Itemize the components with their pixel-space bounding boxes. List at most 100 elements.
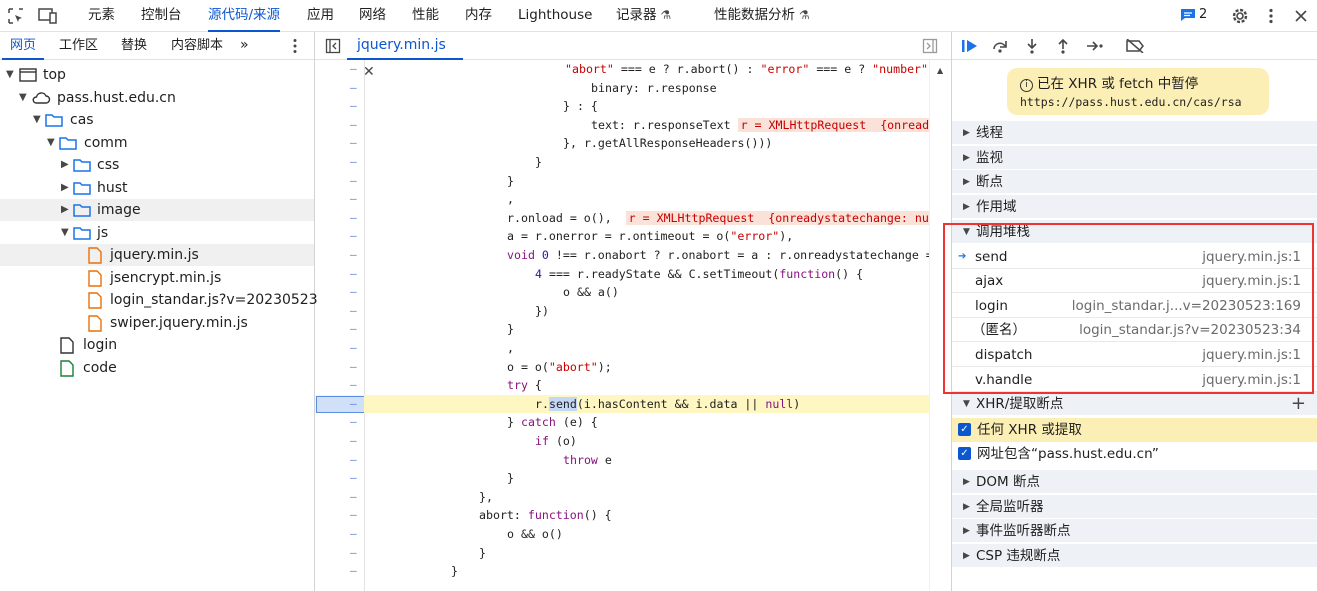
call-frame[interactable]: dispatch jquery.min.js:1 bbox=[952, 343, 1317, 367]
step-icon[interactable] bbox=[1085, 37, 1105, 55]
section-threads[interactable]: ▶ 线程 bbox=[952, 121, 1317, 145]
section-xhr-breakpoints[interactable]: ▼ XHR/提取断点 + bbox=[952, 392, 1317, 416]
frame-location[interactable]: jquery.min.js:1 bbox=[1202, 343, 1301, 367]
tab-overrides[interactable]: 替换 bbox=[121, 32, 147, 60]
toggle-debugger-icon[interactable] bbox=[922, 38, 938, 58]
section-label: XHR/提取断点 bbox=[976, 396, 1064, 412]
tab-lighthouse[interactable]: Lighthouse bbox=[518, 0, 592, 32]
expand-triangle-icon[interactable]: ▼ bbox=[61, 222, 69, 244]
tab-content-scripts[interactable]: 内容脚本 bbox=[171, 32, 223, 60]
navigator-menu-icon[interactable] bbox=[292, 32, 298, 60]
frame-location[interactable]: jquery.min.js:1 bbox=[1202, 245, 1301, 269]
call-frame[interactable]: v.handle jquery.min.js:1 bbox=[952, 368, 1317, 392]
section-breakpoints[interactable]: ▶ 断点 bbox=[952, 170, 1317, 194]
section-label: 调用堆栈 bbox=[976, 224, 1030, 240]
tab-elements[interactable]: 元素 bbox=[88, 0, 115, 32]
tab-network[interactable]: 网络 bbox=[359, 0, 386, 32]
checkbox-checked[interactable]: ✓ bbox=[958, 423, 971, 436]
frame-location[interactable]: login_standar.j...v=20230523:169 bbox=[1072, 294, 1301, 318]
devtools-main-toolbar: 元素 控制台 源代码/来源 应用 网络 性能 内存 Lighthouse 记录器… bbox=[0, 0, 1317, 32]
tree-item-code[interactable]: code bbox=[0, 357, 314, 379]
section-global-listeners[interactable]: ▶ 全局监听器 bbox=[952, 495, 1317, 519]
editor-scrollbar[interactable]: ▲ bbox=[929, 60, 951, 591]
frame-location[interactable]: jquery.min.js:1 bbox=[1202, 368, 1301, 392]
expand-triangle-icon[interactable]: ▼ bbox=[19, 87, 27, 109]
tree-item-js[interactable]: ▼ js bbox=[0, 222, 314, 244]
tree-label: pass.hust.edu.cn bbox=[57, 90, 176, 106]
toggle-navigator-icon[interactable] bbox=[325, 38, 341, 58]
tree-item-jsencrypt[interactable]: jsencrypt.min.js bbox=[0, 267, 314, 289]
tree-item-hust[interactable]: ▶ hust bbox=[0, 177, 314, 199]
step-over-icon[interactable] bbox=[990, 37, 1010, 55]
section-dom-breakpoints[interactable]: ▶ DOM 断点 bbox=[952, 470, 1317, 494]
tree-item-comm[interactable]: ▼ comm bbox=[0, 132, 314, 154]
section-scope[interactable]: ▶ 作用域 bbox=[952, 195, 1317, 219]
source-code[interactable]: – "abort" === e ? r.abort() : "error" ===… bbox=[315, 60, 929, 591]
frame-icon bbox=[19, 68, 37, 82]
more-tabs-chevron-icon[interactable]: » bbox=[240, 32, 249, 60]
tab-workspace[interactable]: 工作区 bbox=[59, 32, 98, 60]
more-options-icon[interactable] bbox=[1261, 6, 1281, 26]
frame-function: v.handle bbox=[975, 372, 1033, 388]
collapsed-triangle-icon[interactable]: ▶ bbox=[61, 154, 69, 176]
step-out-icon[interactable] bbox=[1053, 37, 1073, 55]
issues-badge[interactable]: 2 bbox=[1180, 7, 1207, 22]
tree-item-login[interactable]: login bbox=[0, 334, 314, 356]
frame-location[interactable]: login_standar.js?v=20230523:34 bbox=[1079, 318, 1301, 342]
call-frame[interactable]: login login_standar.j...v=20230523:169 bbox=[952, 294, 1317, 318]
device-toolbar-icon[interactable] bbox=[38, 6, 58, 26]
tree-item-jquery[interactable]: jquery.min.js bbox=[0, 244, 314, 266]
frame-function: send bbox=[975, 249, 1008, 265]
section-event-listener-breakpoints[interactable]: ▶ 事件监听器断点 bbox=[952, 519, 1317, 543]
tab-console[interactable]: 控制台 bbox=[141, 0, 182, 32]
tab-recorder[interactable]: 记录器 ⚗ bbox=[616, 0, 671, 32]
tab-application[interactable]: 应用 bbox=[307, 0, 334, 32]
editor-tab-jquery[interactable]: jquery.min.js ✕ bbox=[347, 32, 463, 80]
tree-item-login-standar[interactable]: login_standar.js?v=20230523 bbox=[0, 289, 318, 311]
section-label: DOM 断点 bbox=[976, 474, 1040, 490]
inspect-element-icon[interactable] bbox=[6, 6, 26, 26]
document-icon bbox=[60, 337, 74, 354]
section-watch[interactable]: ▶ 监视 bbox=[952, 146, 1317, 170]
section-csp-breakpoints[interactable]: ▶ CSP 违规断点 bbox=[952, 544, 1317, 568]
expand-triangle-icon[interactable]: ▼ bbox=[33, 109, 41, 131]
collapsed-triangle-icon: ▶ bbox=[963, 477, 970, 487]
expand-triangle-icon[interactable]: ▼ bbox=[6, 64, 14, 86]
frame-location[interactable]: jquery.min.js:1 bbox=[1202, 269, 1301, 293]
call-frame[interactable]: ajax jquery.min.js:1 bbox=[952, 269, 1317, 293]
script-file-icon bbox=[88, 247, 102, 264]
section-label: 全局监听器 bbox=[976, 499, 1044, 515]
xhr-breakpoint-any[interactable]: ✓ 任何 XHR 或提取 bbox=[952, 418, 1317, 442]
expand-triangle-icon[interactable]: ▼ bbox=[47, 132, 55, 154]
collapsed-triangle-icon[interactable]: ▶ bbox=[61, 199, 69, 221]
tree-item-top[interactable]: ▼ top bbox=[0, 64, 314, 86]
code-editor: jquery.min.js ✕ – "abort" === e ? r.abort… bbox=[315, 32, 951, 591]
tree-item-css[interactable]: ▶ css bbox=[0, 154, 314, 176]
xhr-breakpoint-url[interactable]: ✓ 网址包含“pass.hust.edu.cn” bbox=[952, 442, 1317, 466]
debugger-toolbar bbox=[952, 32, 1317, 60]
frame-function: dispatch bbox=[975, 347, 1033, 363]
scroll-up-arrow-icon[interactable]: ▲ bbox=[937, 66, 943, 75]
close-icon[interactable] bbox=[1291, 6, 1311, 26]
step-into-icon[interactable] bbox=[1022, 37, 1042, 55]
section-label: 断点 bbox=[976, 174, 1003, 190]
tree-item-domain[interactable]: ▼ pass.hust.edu.cn bbox=[0, 87, 314, 109]
settings-gear-icon[interactable] bbox=[1230, 6, 1250, 26]
add-icon[interactable]: + bbox=[1291, 392, 1306, 416]
collapsed-triangle-icon: ▶ bbox=[963, 526, 970, 536]
section-call-stack[interactable]: ▼ 调用堆栈 bbox=[952, 220, 1317, 244]
tab-sources[interactable]: 源代码/来源 bbox=[208, 0, 281, 32]
deactivate-breakpoints-icon[interactable] bbox=[1125, 37, 1145, 55]
tab-performance[interactable]: 性能 bbox=[412, 0, 439, 32]
checkbox-checked[interactable]: ✓ bbox=[958, 447, 971, 460]
tree-item-swiper[interactable]: swiper.jquery.min.js bbox=[0, 312, 314, 334]
tab-memory[interactable]: 内存 bbox=[465, 0, 492, 32]
call-frame[interactable]: ➔ send jquery.min.js:1 bbox=[952, 245, 1317, 269]
call-frame[interactable]: （匿名） login_standar.js?v=20230523:34 bbox=[952, 318, 1317, 342]
resume-icon[interactable] bbox=[960, 37, 980, 55]
collapsed-triangle-icon[interactable]: ▶ bbox=[61, 177, 69, 199]
tab-performance-insights[interactable]: 性能数据分析 ⚗ bbox=[714, 0, 810, 32]
tab-page[interactable]: 网页 bbox=[1, 32, 45, 60]
tree-item-cas[interactable]: ▼ cas bbox=[0, 109, 314, 131]
tree-item-image[interactable]: ▶ image bbox=[0, 199, 314, 221]
